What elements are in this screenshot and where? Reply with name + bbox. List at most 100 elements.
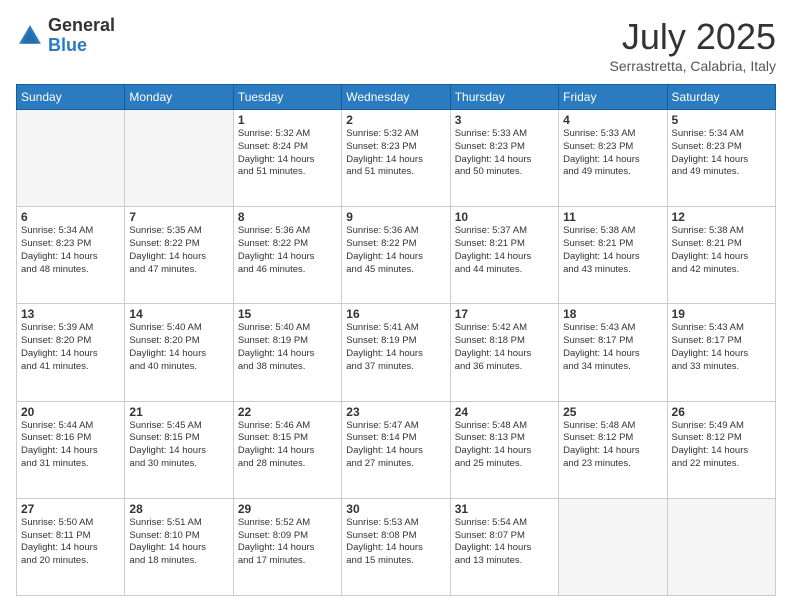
cell-info-line: Sunset: 8:20 PM bbox=[21, 335, 120, 348]
cell-info-line: Daylight: 14 hours bbox=[21, 251, 120, 264]
week-row-2: 6Sunrise: 5:34 AMSunset: 8:23 PMDaylight… bbox=[17, 207, 776, 304]
cell-info-line: Sunset: 8:21 PM bbox=[672, 238, 771, 251]
cell-info-line: Sunset: 8:21 PM bbox=[563, 238, 662, 251]
cell-info-line: Sunset: 8:22 PM bbox=[346, 238, 445, 251]
day-number: 29 bbox=[238, 502, 337, 516]
cell-info-line: and 46 minutes. bbox=[238, 264, 337, 277]
month-title: July 2025 bbox=[609, 16, 776, 58]
cell-info-line: Sunrise: 5:32 AM bbox=[346, 128, 445, 141]
day-number: 8 bbox=[238, 210, 337, 224]
day-number: 15 bbox=[238, 307, 337, 321]
cell-info-line: Sunset: 8:22 PM bbox=[129, 238, 228, 251]
cell-info-line: Sunrise: 5:36 AM bbox=[346, 225, 445, 238]
cell-info-line: Sunset: 8:15 PM bbox=[238, 432, 337, 445]
cell-info-line: Sunrise: 5:36 AM bbox=[238, 225, 337, 238]
calendar-cell-3-6: 18Sunrise: 5:43 AMSunset: 8:17 PMDayligh… bbox=[559, 304, 667, 401]
cell-info-line: Sunrise: 5:39 AM bbox=[21, 322, 120, 335]
cell-info-line: Sunrise: 5:38 AM bbox=[672, 225, 771, 238]
cell-info-line: Sunrise: 5:34 AM bbox=[21, 225, 120, 238]
header-thursday: Thursday bbox=[450, 85, 558, 110]
cell-info-line: Sunrise: 5:46 AM bbox=[238, 420, 337, 433]
day-number: 30 bbox=[346, 502, 445, 516]
cell-info-line: and 48 minutes. bbox=[21, 264, 120, 277]
cell-info-line: Sunset: 8:11 PM bbox=[21, 530, 120, 543]
day-number: 28 bbox=[129, 502, 228, 516]
calendar-cell-5-2: 28Sunrise: 5:51 AMSunset: 8:10 PMDayligh… bbox=[125, 498, 233, 595]
cell-info-line: Daylight: 14 hours bbox=[346, 445, 445, 458]
header: General Blue July 2025 Serrastretta, Cal… bbox=[16, 16, 776, 74]
cell-info-line: Sunrise: 5:50 AM bbox=[21, 517, 120, 530]
calendar-cell-1-7: 5Sunrise: 5:34 AMSunset: 8:23 PMDaylight… bbox=[667, 110, 775, 207]
cell-info-line: Daylight: 14 hours bbox=[238, 445, 337, 458]
cell-info-line: and 23 minutes. bbox=[563, 458, 662, 471]
cell-info-line: and 37 minutes. bbox=[346, 361, 445, 374]
cell-info-line: Sunset: 8:08 PM bbox=[346, 530, 445, 543]
calendar-cell-1-6: 4Sunrise: 5:33 AMSunset: 8:23 PMDaylight… bbox=[559, 110, 667, 207]
cell-info-line: Daylight: 14 hours bbox=[346, 348, 445, 361]
week-row-5: 27Sunrise: 5:50 AMSunset: 8:11 PMDayligh… bbox=[17, 498, 776, 595]
day-number: 10 bbox=[455, 210, 554, 224]
cell-info-line: Sunrise: 5:40 AM bbox=[238, 322, 337, 335]
week-row-4: 20Sunrise: 5:44 AMSunset: 8:16 PMDayligh… bbox=[17, 401, 776, 498]
calendar-cell-5-1: 27Sunrise: 5:50 AMSunset: 8:11 PMDayligh… bbox=[17, 498, 125, 595]
header-friday: Friday bbox=[559, 85, 667, 110]
calendar-cell-3-2: 14Sunrise: 5:40 AMSunset: 8:20 PMDayligh… bbox=[125, 304, 233, 401]
header-monday: Monday bbox=[125, 85, 233, 110]
cell-info-line: Sunrise: 5:41 AM bbox=[346, 322, 445, 335]
cell-info-line: Daylight: 14 hours bbox=[672, 348, 771, 361]
cell-info-line: and 50 minutes. bbox=[455, 166, 554, 179]
header-saturday: Saturday bbox=[667, 85, 775, 110]
day-number: 13 bbox=[21, 307, 120, 321]
logo: General Blue bbox=[16, 16, 115, 56]
calendar-cell-3-7: 19Sunrise: 5:43 AMSunset: 8:17 PMDayligh… bbox=[667, 304, 775, 401]
day-number: 14 bbox=[129, 307, 228, 321]
day-number: 6 bbox=[21, 210, 120, 224]
cell-info-line: Daylight: 14 hours bbox=[238, 251, 337, 264]
day-number: 23 bbox=[346, 405, 445, 419]
cell-info-line: and 13 minutes. bbox=[455, 555, 554, 568]
cell-info-line: and 18 minutes. bbox=[129, 555, 228, 568]
cell-info-line: Daylight: 14 hours bbox=[238, 348, 337, 361]
cell-info-line: and 40 minutes. bbox=[129, 361, 228, 374]
cell-info-line: and 38 minutes. bbox=[238, 361, 337, 374]
cell-info-line: Daylight: 14 hours bbox=[455, 251, 554, 264]
cell-info-line: Sunrise: 5:54 AM bbox=[455, 517, 554, 530]
cell-info-line: Sunset: 8:19 PM bbox=[238, 335, 337, 348]
day-number: 11 bbox=[563, 210, 662, 224]
cell-info-line: Daylight: 14 hours bbox=[563, 445, 662, 458]
cell-info-line: Daylight: 14 hours bbox=[455, 542, 554, 555]
page: General Blue July 2025 Serrastretta, Cal… bbox=[0, 0, 792, 612]
cell-info-line: and 42 minutes. bbox=[672, 264, 771, 277]
cell-info-line: and 49 minutes. bbox=[672, 166, 771, 179]
cell-info-line: Sunset: 8:19 PM bbox=[346, 335, 445, 348]
calendar-cell-4-7: 26Sunrise: 5:49 AMSunset: 8:12 PMDayligh… bbox=[667, 401, 775, 498]
cell-info-line: Sunset: 8:12 PM bbox=[563, 432, 662, 445]
cell-info-line: Daylight: 14 hours bbox=[563, 251, 662, 264]
cell-info-line: Sunrise: 5:44 AM bbox=[21, 420, 120, 433]
calendar-cell-1-1 bbox=[17, 110, 125, 207]
cell-info-line: Sunrise: 5:33 AM bbox=[563, 128, 662, 141]
cell-info-line: Daylight: 14 hours bbox=[455, 348, 554, 361]
cell-info-line: Sunrise: 5:40 AM bbox=[129, 322, 228, 335]
calendar-cell-3-4: 16Sunrise: 5:41 AMSunset: 8:19 PMDayligh… bbox=[342, 304, 450, 401]
cell-info-line: Sunset: 8:13 PM bbox=[455, 432, 554, 445]
day-number: 19 bbox=[672, 307, 771, 321]
week-row-3: 13Sunrise: 5:39 AMSunset: 8:20 PMDayligh… bbox=[17, 304, 776, 401]
cell-info-line: and 36 minutes. bbox=[455, 361, 554, 374]
location-subtitle: Serrastretta, Calabria, Italy bbox=[609, 58, 776, 74]
cell-info-line: and 44 minutes. bbox=[455, 264, 554, 277]
calendar-cell-1-2 bbox=[125, 110, 233, 207]
calendar-cell-1-5: 3Sunrise: 5:33 AMSunset: 8:23 PMDaylight… bbox=[450, 110, 558, 207]
cell-info-line: Daylight: 14 hours bbox=[672, 251, 771, 264]
title-block: July 2025 Serrastretta, Calabria, Italy bbox=[609, 16, 776, 74]
calendar-cell-4-4: 23Sunrise: 5:47 AMSunset: 8:14 PMDayligh… bbox=[342, 401, 450, 498]
cell-info-line: and 30 minutes. bbox=[129, 458, 228, 471]
cell-info-line: Daylight: 14 hours bbox=[455, 154, 554, 167]
cell-info-line: and 28 minutes. bbox=[238, 458, 337, 471]
cell-info-line: Sunrise: 5:33 AM bbox=[455, 128, 554, 141]
cell-info-line: Sunrise: 5:45 AM bbox=[129, 420, 228, 433]
calendar-header-row: Sunday Monday Tuesday Wednesday Thursday… bbox=[17, 85, 776, 110]
cell-info-line: Sunset: 8:20 PM bbox=[129, 335, 228, 348]
calendar-cell-2-6: 11Sunrise: 5:38 AMSunset: 8:21 PMDayligh… bbox=[559, 207, 667, 304]
calendar-cell-1-4: 2Sunrise: 5:32 AMSunset: 8:23 PMDaylight… bbox=[342, 110, 450, 207]
